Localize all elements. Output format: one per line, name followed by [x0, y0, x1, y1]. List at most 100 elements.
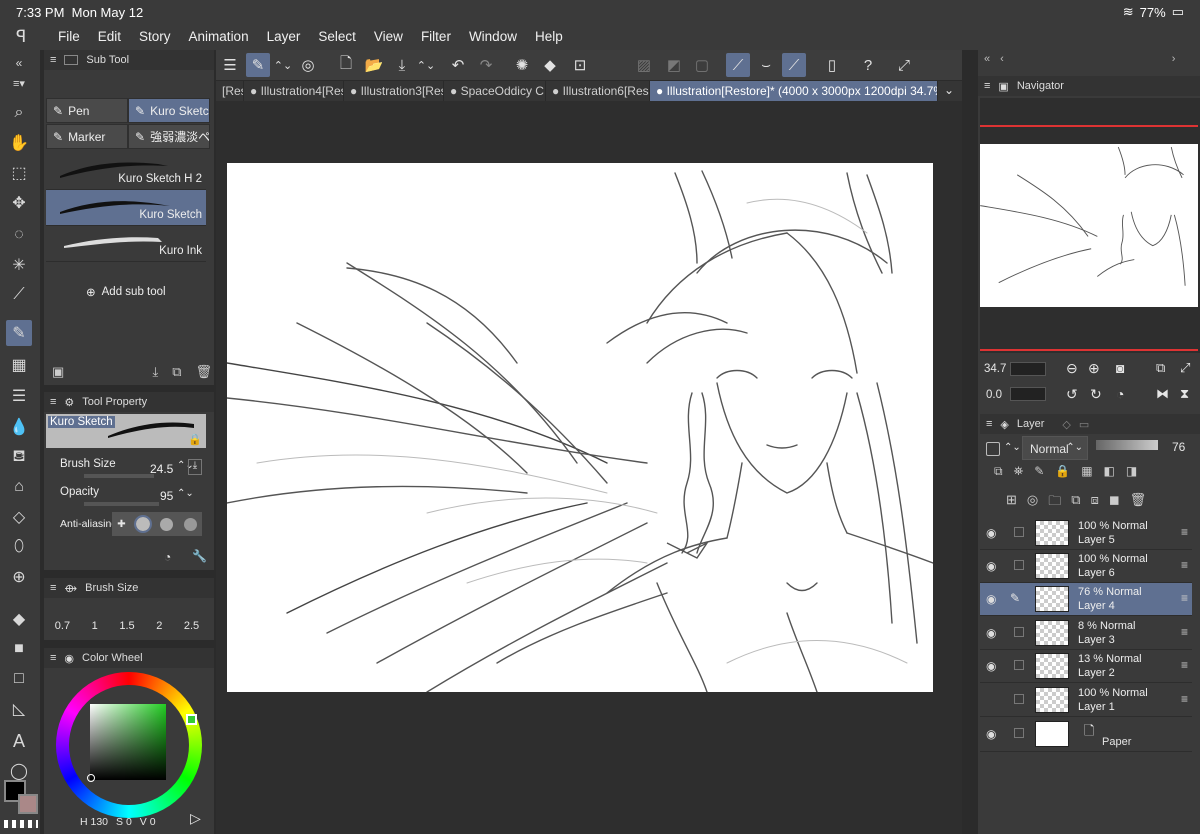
hue-handle[interactable] [186, 714, 197, 725]
stepper-icon[interactable]: ⌃⌄ [271, 53, 295, 77]
new-folder-icon[interactable]: 🗀 [1048, 492, 1061, 514]
actual-size-icon[interactable]: ⧉ [1156, 360, 1165, 376]
tab-doc[interactable]: [Res [216, 81, 244, 101]
brush-size-preset[interactable]: 0.7 [55, 606, 70, 632]
panel-menu-icon[interactable]: ≡ [984, 80, 990, 92]
brush-size-preset[interactable]: 1.5 [119, 606, 134, 632]
opacity-stepper-icon[interactable]: ⌃⌄ [177, 488, 194, 499]
zoom-out-icon[interactable]: ⊖ [1066, 360, 1078, 377]
layer-menu-icon[interactable]: ≡ [1181, 558, 1188, 572]
tab-doc[interactable]: ● Illustration6[Res [546, 81, 650, 101]
preset-preview[interactable]: Kuro Sketch 🔒 [46, 414, 206, 448]
special-ruler-icon[interactable]: ⟋ [782, 53, 806, 77]
aa-none-icon[interactable]: ✚ [117, 519, 125, 530]
3d-icon[interactable]: ⊕ [6, 564, 32, 590]
layer-menu-icon[interactable]: ≡ [1181, 625, 1188, 639]
new-raster-layer-icon[interactable]: ⊞ [1006, 492, 1017, 514]
subtool-tab-marker[interactable]: ✎ Marker [46, 124, 128, 149]
object-select-icon[interactable]: ⬚ [6, 160, 32, 186]
opacity-value[interactable]: 95 [160, 489, 173, 503]
edit-mode-icon[interactable]: ✎ [246, 53, 270, 77]
subtool-tab-kuro[interactable]: ✎ Kuro Sketch [128, 98, 210, 123]
palette-menu-icon[interactable]: ≡▾ [6, 70, 32, 96]
copy-layer-icon[interactable]: ⧉ [1071, 492, 1080, 514]
layer-row[interactable]: ◉ 100 % Normal Layer 6 ≡ [980, 550, 1192, 583]
delete-layer-icon[interactable]: 🗑 [1130, 492, 1147, 514]
aa-weak-icon[interactable] [133, 515, 152, 533]
chevron-left-icon[interactable]: ‹ [1000, 53, 1004, 65]
layer-row[interactable]: ◉ 8 % Normal Layer 3 ≡ [980, 617, 1192, 650]
color-handle[interactable] [87, 774, 95, 782]
rotate-slider[interactable] [1010, 387, 1046, 401]
fit-icon[interactable]: ◙ [1116, 360, 1124, 376]
layer-menu-icon[interactable]: ≡ [1181, 525, 1188, 539]
anti-aliasing-options[interactable]: ✚ [112, 512, 202, 536]
layer-menu-icon[interactable]: ≡ [1181, 658, 1188, 672]
rotate-value[interactable]: 0.0 [986, 389, 1002, 401]
zoom-slider[interactable] [1010, 362, 1046, 376]
new-file-icon[interactable]: 🗋 [334, 53, 358, 77]
rotate-left-icon[interactable]: ↺ [1066, 386, 1078, 403]
aa-strong-icon[interactable] [183, 517, 197, 531]
drawing-canvas[interactable] [227, 163, 933, 692]
menu-filter[interactable]: Filter [421, 29, 451, 44]
pen-edit-icon[interactable]: ✎ [1010, 591, 1020, 605]
menu-help[interactable]: Help [535, 29, 563, 44]
hand-icon[interactable]: ✋ [6, 130, 32, 156]
layer-row[interactable]: 100 % Normal Layer 1 ≡ [980, 684, 1192, 717]
wrench-icon[interactable]: 🔧 [192, 549, 207, 563]
new-vector-layer-icon[interactable]: ◎ [1027, 492, 1038, 514]
figure-icon[interactable]: □ [6, 666, 32, 692]
blend-icon[interactable]: 💧 [6, 414, 32, 440]
layer-row[interactable]: ◉ 13 % Normal Layer 2 ≡ [980, 650, 1192, 683]
lasso-icon[interactable]: ◌ [6, 222, 32, 248]
transparent-swatch[interactable] [4, 820, 38, 828]
menu-file[interactable]: File [58, 29, 80, 44]
tab-list-chevron-icon[interactable]: ⌄ [944, 83, 954, 97]
layer-search-tab-icon[interactable]: ▭ [1079, 418, 1089, 431]
chevron-right-icon[interactable]: › [1172, 53, 1176, 65]
layer-check[interactable] [1014, 660, 1024, 670]
layer-row-selected[interactable]: ◉ ✎ 76 % Normal Layer 4 ≡ [980, 583, 1192, 616]
eye-icon[interactable]: ◉ [986, 727, 996, 741]
fit-window-icon[interactable]: ⤢ [1180, 360, 1190, 376]
transform-icon[interactable]: ⊡ [568, 53, 592, 77]
expand-icon[interactable]: ⤢ [892, 53, 916, 77]
layer-row[interactable]: ◉ 100 % Normal Layer 5 ≡ [980, 517, 1192, 550]
color-picker-icon[interactable]: ▷ [190, 810, 201, 827]
open-folder-icon[interactable]: 📂 [362, 53, 386, 77]
settings-icon[interactable]: ▣ [52, 364, 64, 380]
zoom-icon[interactable]: ⌕ [6, 100, 32, 126]
panel-menu-icon[interactable]: ≡ [50, 396, 56, 408]
layout-icon[interactable]: ▦ [6, 352, 32, 378]
layer-check[interactable] [1014, 527, 1024, 537]
ruler-snap-icon[interactable]: ⟋ [726, 53, 750, 77]
reset-rotate-icon[interactable]: ◔ [1116, 386, 1124, 402]
merge-icon[interactable]: ⧈ [1091, 492, 1099, 514]
clip-icon[interactable]: ⧉ [994, 464, 1003, 479]
menu-view[interactable]: View [374, 29, 403, 44]
pen-tool-icon[interactable]: ✎ [6, 320, 32, 346]
ruler-icon[interactable]: ◺ [6, 696, 32, 722]
brush-snap-icon[interactable]: ⌣ [754, 53, 778, 77]
zoom-in-icon[interactable]: ⊕ [1088, 360, 1100, 377]
magic-wand-icon[interactable]: ✳ [6, 252, 32, 278]
reference-icon[interactable]: ⛯ [1014, 464, 1024, 479]
text-icon[interactable]: A [6, 728, 32, 754]
layer-check[interactable] [1014, 560, 1024, 570]
redo-icon[interactable]: ↷ [474, 53, 498, 77]
save-stepper-icon[interactable]: ⌃⌄ [414, 53, 438, 77]
eye-icon[interactable]: ◉ [986, 626, 996, 640]
app-logo-icon[interactable]: ꟼ [16, 27, 26, 47]
lock-icon[interactable]: 🔒 [188, 433, 202, 446]
mask-icon[interactable]: ◧ [1104, 464, 1115, 479]
eye-icon[interactable]: ◉ [986, 592, 996, 606]
layer-menu-icon[interactable]: ≡ [1181, 591, 1188, 605]
flip-horizontal-icon[interactable]: ⧓ [1156, 386, 1169, 402]
mask-enable-icon[interactable]: ◨ [1126, 464, 1137, 479]
layer-check[interactable] [1014, 694, 1024, 704]
flip-vertical-icon[interactable]: ⧗ [1180, 386, 1189, 402]
saturation-value-box[interactable] [90, 704, 166, 780]
layer-property-tab-icon[interactable]: ◇ [1062, 418, 1070, 431]
navigator-thumbnail[interactable] [980, 144, 1198, 307]
